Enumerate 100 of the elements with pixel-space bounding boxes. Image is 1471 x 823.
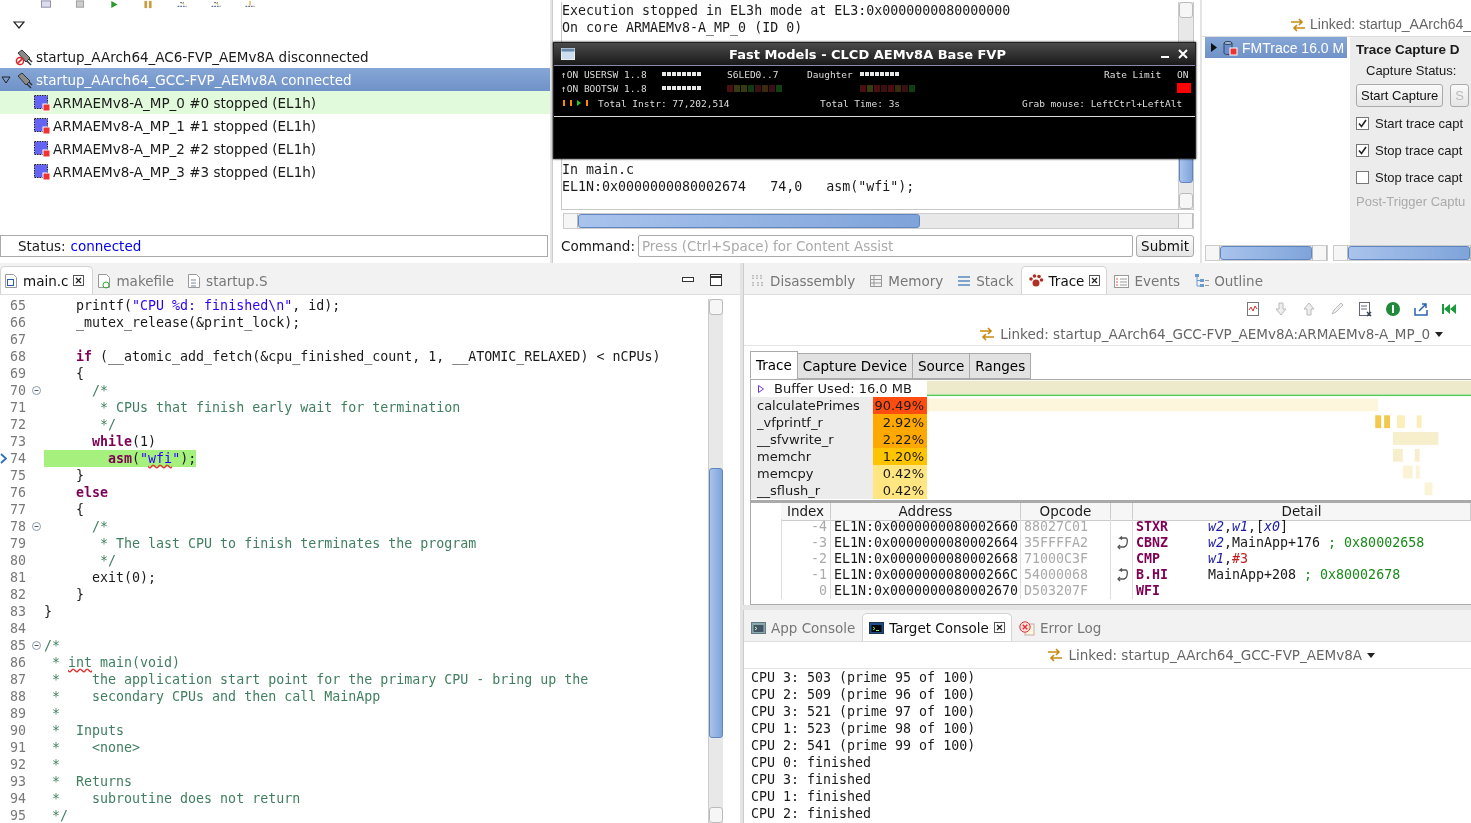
collapse-icon[interactable]	[1, 75, 11, 84]
tree-row[interactable]: ARMAEMv8-A_MP_2 #2 stopped (EL1h)	[0, 137, 550, 160]
fold-icon[interactable]	[32, 522, 41, 531]
fold-icon[interactable]	[32, 386, 41, 395]
close-icon[interactable]	[1089, 275, 1101, 286]
function-name: calculatePrimes	[751, 397, 873, 414]
line-number: 84	[10, 620, 27, 637]
function-name: memchr	[751, 448, 873, 465]
pause-icon[interactable]	[142, 0, 154, 9]
close-icon[interactable]	[993, 622, 1005, 633]
table-cell: EL1N:0x000000008000266C	[831, 567, 1021, 583]
code-line: * int main(void)	[51, 654, 181, 671]
switches-drawing	[860, 70, 900, 78]
scrollbar-thumb[interactable]	[709, 467, 723, 738]
tab[interactable]: Error Log	[1011, 613, 1109, 641]
total-time: Total Time: 3s	[820, 97, 902, 109]
code-line: if (__atomic_add_fetch(&cpu_finished_count, 1, __ATOMIC_RELAXED) < nCPUs)	[75, 348, 661, 365]
scrollbar-thumb[interactable]	[1220, 246, 1312, 260]
table-cell: -1	[781, 567, 831, 583]
tab[interactable]: makefile	[93, 266, 184, 294]
caret-icon[interactable]	[1367, 652, 1375, 658]
expand-icon[interactable]	[1210, 42, 1218, 53]
instruction-count: Total Instr: 77,202,514	[598, 97, 731, 109]
submit-button[interactable]: Submit	[1136, 235, 1194, 257]
step-icon[interactable]	[176, 0, 188, 9]
step-icon[interactable]	[210, 0, 222, 9]
console-line: CPU 2: 541 (prime 99 of 100)	[751, 737, 977, 754]
mnemonic: B.HI	[1136, 567, 1170, 583]
tab[interactable]: Target Console	[862, 613, 1012, 641]
table-cell: 71000C3F	[1021, 551, 1111, 567]
fold-icon[interactable]	[32, 641, 41, 650]
core-label: ARMAEMv8-A_MP_2 #2 stopped (EL1h)	[53, 140, 317, 157]
line-number: 81	[10, 569, 27, 586]
tab[interactable]: main.c	[0, 266, 94, 294]
column-header[interactable]: Opcode	[1021, 503, 1111, 521]
caret-icon[interactable]	[1435, 331, 1443, 337]
operands: w2,w1,[x0]	[1208, 519, 1289, 535]
column-header[interactable]: Address	[831, 503, 1021, 521]
tab[interactable]: Disassembly	[744, 266, 863, 294]
line-number: 89	[10, 705, 27, 722]
list-icon	[957, 273, 972, 288]
percentage-bar: 0.42%	[873, 482, 927, 499]
maximize-icon[interactable]	[710, 274, 722, 286]
post-trigger-label: Post-Trigger Captu	[1356, 194, 1467, 209]
expand-icon[interactable]	[757, 383, 765, 394]
tab[interactable]: Stack	[950, 266, 1021, 294]
line-number: 73	[10, 433, 27, 450]
document-icon[interactable]	[1357, 301, 1373, 317]
info-icon[interactable]	[1385, 301, 1401, 317]
mnemonic: WFI	[1136, 583, 1162, 599]
column-header[interactable]: Index	[781, 503, 831, 521]
console-line: CPU 2: finished	[751, 805, 873, 822]
link-icon	[1047, 648, 1064, 662]
panel-heading: Trace Capture D	[1356, 42, 1461, 57]
table-cell: 35FFFFA2	[1021, 535, 1111, 551]
checkbox[interactable]	[1356, 117, 1369, 130]
tree-row[interactable]: ARMAEMv8-A_MP_1 #1 stopped (EL1h)	[0, 114, 550, 137]
table-cell: EL1N:0x0000000080002660	[831, 519, 1021, 535]
capture-button[interactable]: Start Capture	[1356, 84, 1444, 107]
code-line: * the application start point for the primary CPU - bring up the	[51, 671, 589, 688]
run-icon[interactable]	[108, 0, 120, 9]
view-menu-icon[interactable]	[13, 21, 25, 29]
close-icon[interactable]	[73, 275, 85, 286]
tab[interactable]: Trace	[750, 351, 798, 379]
skip-back-icon[interactable]	[1441, 301, 1457, 317]
console-line: CPU 3: finished	[751, 771, 873, 788]
console-icon	[751, 620, 766, 635]
tab[interactable]: Outline	[1187, 266, 1270, 294]
checkbox[interactable]	[1356, 144, 1369, 157]
tree-row[interactable]: ARMAEMv8-A_MP_3 #3 stopped (EL1h)	[0, 160, 550, 183]
tab[interactable]: Trace	[1020, 266, 1108, 294]
step-icon[interactable]	[244, 0, 256, 9]
command-field[interactable]: Press (Ctrl+Space) for Content Assist	[637, 235, 1134, 257]
tab[interactable]: Events	[1107, 266, 1188, 294]
tab[interactable]: Capture Device	[796, 353, 913, 379]
operands: w2,MainApp+176 ; 0x80002658	[1208, 535, 1425, 551]
checkbox[interactable]	[1356, 171, 1369, 184]
column-header[interactable]: Detail	[1133, 503, 1471, 521]
line-number: 88	[10, 688, 27, 705]
code-line: else	[75, 484, 109, 501]
percentage-bar: 90.49%	[873, 397, 927, 414]
export-icon[interactable]	[1413, 301, 1429, 317]
code-line: /*	[91, 518, 109, 535]
minimize-icon[interactable]	[682, 277, 694, 283]
tab[interactable]: startup.S	[183, 266, 277, 294]
chart-icon[interactable]	[1245, 301, 1261, 317]
paw-icon	[1027, 273, 1044, 288]
tab[interactable]: App Console	[744, 613, 863, 641]
tab[interactable]: Memory	[862, 266, 951, 294]
scrollbar-thumb[interactable]	[578, 214, 920, 228]
table-cell: EL1N:0x0000000080002670	[831, 583, 1021, 599]
tree-row[interactable]: startup_AArch64_AC6-FVP_AEMv8A disconnected	[0, 45, 550, 68]
scrollbar-thumb[interactable]	[1348, 246, 1470, 260]
option-label: Stop trace capt	[1375, 143, 1463, 158]
tab[interactable]: Ranges	[969, 353, 1032, 379]
line-number: 71	[10, 399, 27, 416]
line-number: 75	[10, 467, 27, 484]
function-name: _vfprintf_r	[751, 414, 873, 431]
tab[interactable]: Source	[911, 353, 971, 379]
tree-row[interactable]: ARMAEMv8-A_MP_0 #0 stopped (EL1h)	[0, 91, 550, 114]
